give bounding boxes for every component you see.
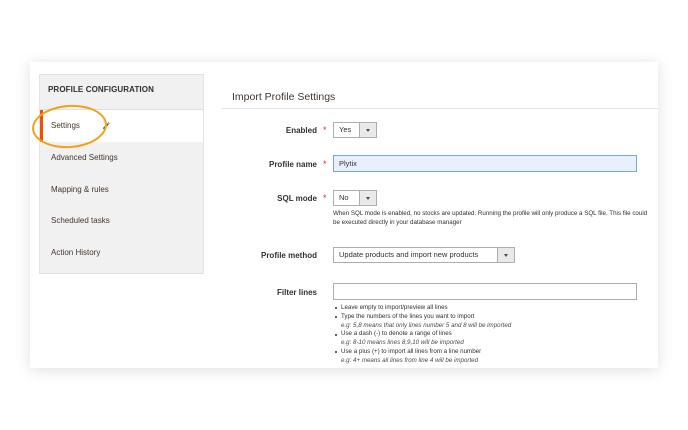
sidebar-item-label: Scheduled tasks [51, 216, 110, 225]
help-example: e.g: 5,8 means that only lines number 5 … [341, 321, 512, 329]
help-item: Type the numbers of the lines you want t… [335, 312, 653, 331]
sidebar-item-label: Advanced Settings [51, 153, 118, 162]
enabled-value: Yes [339, 125, 352, 134]
required-mark: * [323, 125, 327, 135]
sidebar-item-scheduled-tasks[interactable]: Scheduled tasks [40, 205, 203, 237]
required-mark: * [323, 193, 327, 203]
sql-mode-label: SQL mode [277, 194, 317, 203]
help-item: Use a plus (+) to import all lines from … [335, 347, 653, 366]
help-item: Use a dash (-) to denote a range of line… [335, 330, 653, 348]
chevron-down-icon [497, 248, 514, 262]
enabled-label: Enabled [285, 126, 317, 135]
profile-name-label: Profile name [268, 160, 317, 169]
help-text: Leave empty to import/preview all lines [341, 304, 448, 311]
sql-mode-select[interactable]: No [333, 190, 377, 206]
sidebar-item-advanced-settings[interactable]: Advanced Settings [40, 142, 203, 174]
help-example: e.g: 4+ means all lines from line 4 will… [341, 356, 479, 364]
profile-method-label: Profile method [260, 251, 317, 260]
chevron-down-icon [359, 191, 376, 205]
sidebar: PROFILE CONFIGURATION Settings Advanced … [39, 74, 204, 274]
sidebar-item-mapping-rules[interactable]: Mapping & rules [40, 174, 203, 206]
profile-card: PROFILE CONFIGURATION Settings Advanced … [30, 62, 658, 368]
main-panel: Import Profile Settings Enabled * Yes Pr… [222, 74, 658, 364]
help-item: Leave empty to import/preview all lines [335, 304, 653, 313]
sql-mode-value: No [339, 193, 349, 202]
help-example: e.g: 8-10 means lines 8,9,10 will be imp… [341, 339, 464, 347]
sidebar-title: PROFILE CONFIGURATION [40, 75, 203, 110]
enabled-select[interactable]: Yes [333, 122, 377, 138]
sidebar-item-label: Settings [51, 121, 80, 130]
required-mark: * [323, 159, 327, 169]
sql-mode-note: When SQL mode is enabled, no stocks are … [333, 210, 648, 226]
page-title: Import Profile Settings [222, 74, 658, 109]
sidebar-item-action-history[interactable]: Action History [40, 237, 203, 269]
sidebar-item-label: Action History [51, 247, 101, 257]
help-text: Use a plus (+) to import all lines from … [341, 347, 482, 355]
sidebar-item-settings[interactable]: Settings [40, 110, 203, 142]
filter-lines-label: Filter lines [276, 288, 317, 297]
chevron-down-icon [359, 123, 376, 137]
help-text: Use a dash (-) to denote a range of line… [341, 330, 452, 338]
profile-method-select[interactable]: Update products and import new products [333, 247, 515, 263]
filter-lines-input[interactable] [333, 283, 637, 300]
profile-name-input[interactable]: Plytix [333, 155, 637, 172]
filter-lines-help: Leave empty to import/preview all lines … [333, 304, 653, 366]
sidebar-item-label: Mapping & rules [51, 184, 109, 194]
pencil-icon [102, 111, 112, 141]
profile-method-value: Update products and import new products [339, 250, 479, 259]
help-text: Type the numbers of the lines you want t… [341, 312, 475, 320]
